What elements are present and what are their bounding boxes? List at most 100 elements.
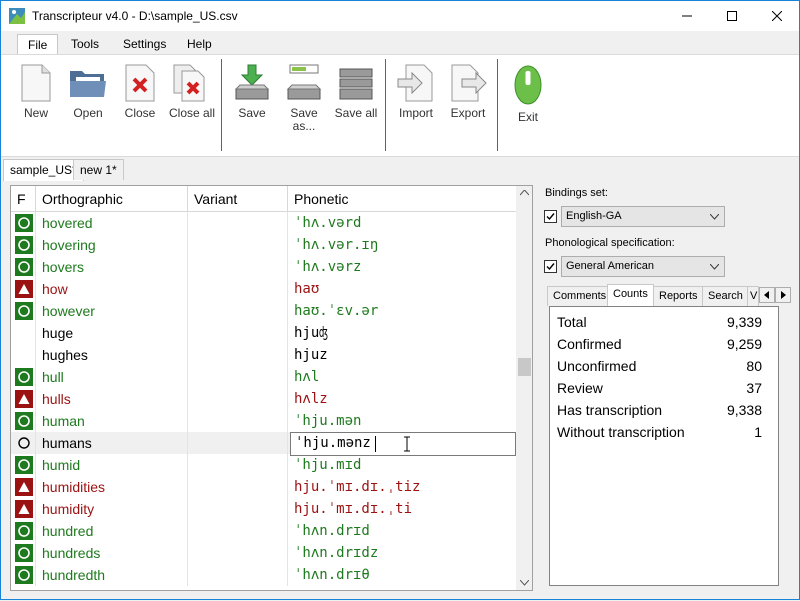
orthographic-cell[interactable]: how	[36, 278, 188, 300]
close-all-button[interactable]: Close all	[167, 63, 217, 120]
import-button[interactable]: Import	[391, 63, 441, 120]
variant-cell[interactable]	[188, 476, 288, 498]
phonetic-cell[interactable]: ˈhʌn.drɪd	[288, 520, 516, 542]
tab-v[interactable]: V	[747, 286, 759, 306]
variant-cell[interactable]	[188, 322, 288, 344]
scroll-up-icon[interactable]	[520, 190, 529, 196]
orthographic-cell[interactable]: humidity	[36, 498, 188, 520]
bindings-checkbox[interactable]	[544, 210, 557, 223]
close-file-button[interactable]: Close	[115, 63, 165, 120]
orthographic-cell[interactable]: hundredth	[36, 564, 188, 586]
phonetic-cell[interactable]: hju.ˈmɪ.dɪ.ˌtiz	[288, 476, 516, 498]
header-phonetic[interactable]: Phonetic	[288, 186, 516, 212]
table-row[interactable]: hulls hʌlz	[11, 388, 516, 410]
flag-cell[interactable]	[11, 300, 36, 322]
tab-comments[interactable]: Comments	[547, 286, 613, 306]
table-row[interactable]: humid ˈhju.mɪd	[11, 454, 516, 476]
variant-cell[interactable]	[188, 410, 288, 432]
variant-cell[interactable]	[188, 388, 288, 410]
tab-reports[interactable]: Reports	[653, 286, 704, 306]
flag-cell[interactable]	[11, 498, 36, 520]
variant-cell[interactable]	[188, 234, 288, 256]
variant-cell[interactable]	[188, 344, 288, 366]
phonetic-cell[interactable]: hju.ˈmɪ.dɪ.ˌti	[288, 498, 516, 520]
phonetic-cell[interactable]: ˈhju.mən	[288, 410, 516, 432]
flag-cell[interactable]	[11, 410, 36, 432]
variant-cell[interactable]	[188, 498, 288, 520]
orthographic-cell[interactable]: human	[36, 410, 188, 432]
grid-vertical-scrollbar[interactable]	[516, 186, 532, 590]
save-button[interactable]: Save	[227, 63, 277, 120]
table-row[interactable]: hull hʌl	[11, 366, 516, 388]
orthographic-cell[interactable]: hulls	[36, 388, 188, 410]
tab-counts[interactable]: Counts	[607, 284, 654, 307]
flag-cell[interactable]	[11, 278, 36, 300]
variant-cell[interactable]	[188, 212, 288, 234]
phonetic-cell[interactable]: haʊ.ˈɛv.ər	[288, 300, 516, 322]
phonetic-cell[interactable]: ˈhʌ.vərz	[288, 256, 516, 278]
table-row[interactable]: hovering ˈhʌ.vər.ɪŋ	[11, 234, 516, 256]
phonetic-cell[interactable]: ˈhʌn.drɪθ	[288, 564, 516, 586]
variant-cell[interactable]	[188, 432, 288, 454]
tabs-scroll-left-button[interactable]	[759, 287, 775, 303]
table-row[interactable]: humidity hju.ˈmɪ.dɪ.ˌti	[11, 498, 516, 520]
save-as-button[interactable]: Save as...	[279, 63, 329, 133]
flag-cell[interactable]	[11, 322, 36, 344]
orthographic-cell[interactable]: hughes	[36, 344, 188, 366]
close-window-button[interactable]	[754, 1, 799, 31]
flag-cell[interactable]	[11, 366, 36, 388]
maximize-button[interactable]	[709, 1, 754, 31]
phono-spec-checkbox[interactable]	[544, 260, 557, 273]
flag-cell[interactable]	[11, 542, 36, 564]
table-row[interactable]: hughes hjuz	[11, 344, 516, 366]
phonetic-cell[interactable]: hʌlz	[288, 388, 516, 410]
orthographic-cell[interactable]: hovers	[36, 256, 188, 278]
minimize-button[interactable]	[664, 1, 709, 31]
orthographic-cell[interactable]: huge	[36, 322, 188, 344]
orthographic-cell[interactable]: hovering	[36, 234, 188, 256]
variant-cell[interactable]	[188, 454, 288, 476]
variant-cell[interactable]	[188, 366, 288, 388]
header-variant[interactable]: Variant	[188, 186, 288, 212]
tab-new-1[interactable]: new 1*	[73, 159, 124, 180]
flag-cell[interactable]	[11, 234, 36, 256]
phonetic-cell[interactable]: ˈhju.mɪd	[288, 454, 516, 476]
flag-cell[interactable]	[11, 432, 36, 454]
orthographic-cell[interactable]: hundreds	[36, 542, 188, 564]
word-grid[interactable]: F Orthographic Variant Phonetic hovered ˈ…	[10, 185, 533, 591]
tab-sample-us[interactable]: sample_US*	[3, 159, 84, 181]
orthographic-cell[interactable]: humans	[36, 432, 188, 454]
flag-cell[interactable]	[11, 476, 36, 498]
phono-spec-select[interactable]: General American	[561, 256, 725, 277]
header-flag[interactable]: F	[11, 186, 36, 212]
menu-help[interactable]: Help	[177, 34, 222, 55]
new-button[interactable]: New	[11, 63, 61, 120]
table-row[interactable]: hovers ˈhʌ.vərz	[11, 256, 516, 278]
scroll-thumb[interactable]	[518, 358, 531, 376]
flag-cell[interactable]	[11, 520, 36, 542]
phonetic-cell[interactable]: ˈhʌ.vərd	[288, 212, 516, 234]
open-button[interactable]: Open	[63, 63, 113, 120]
table-row[interactable]: human ˈhju.mən	[11, 410, 516, 432]
phonetic-cell[interactable]: hʌl	[288, 366, 516, 388]
phonetic-cell[interactable]: haʊ	[288, 278, 516, 300]
menu-tools[interactable]: Tools	[61, 34, 109, 55]
tab-search[interactable]: Search	[702, 286, 749, 306]
phonetic-cell[interactable]: ˈhʌn.drɪdz	[288, 542, 516, 564]
variant-cell[interactable]	[188, 520, 288, 542]
phonetic-cell[interactable]: ˈhʌ.vər.ɪŋ	[288, 234, 516, 256]
flag-cell[interactable]	[11, 388, 36, 410]
table-row[interactable]: humidities hju.ˈmɪ.dɪ.ˌtiz	[11, 476, 516, 498]
phonetic-cell[interactable]: hjuʤ	[288, 322, 516, 344]
variant-cell[interactable]	[188, 564, 288, 586]
table-row[interactable]: hundredth ˈhʌn.drɪθ	[11, 564, 516, 586]
phonetic-cell[interactable]: hjuz	[288, 344, 516, 366]
variant-cell[interactable]	[188, 278, 288, 300]
phonetic-edit-input[interactable]: ˈhju.mənz	[290, 432, 516, 456]
table-row[interactable]: hovered ˈhʌ.vərd	[11, 212, 516, 234]
table-row[interactable]: huge hjuʤ	[11, 322, 516, 344]
exit-button[interactable]: Exit	[503, 63, 553, 124]
flag-cell[interactable]	[11, 344, 36, 366]
table-row[interactable]: hundreds ˈhʌn.drɪdz	[11, 542, 516, 564]
bindings-select[interactable]: English-GA	[561, 206, 725, 227]
